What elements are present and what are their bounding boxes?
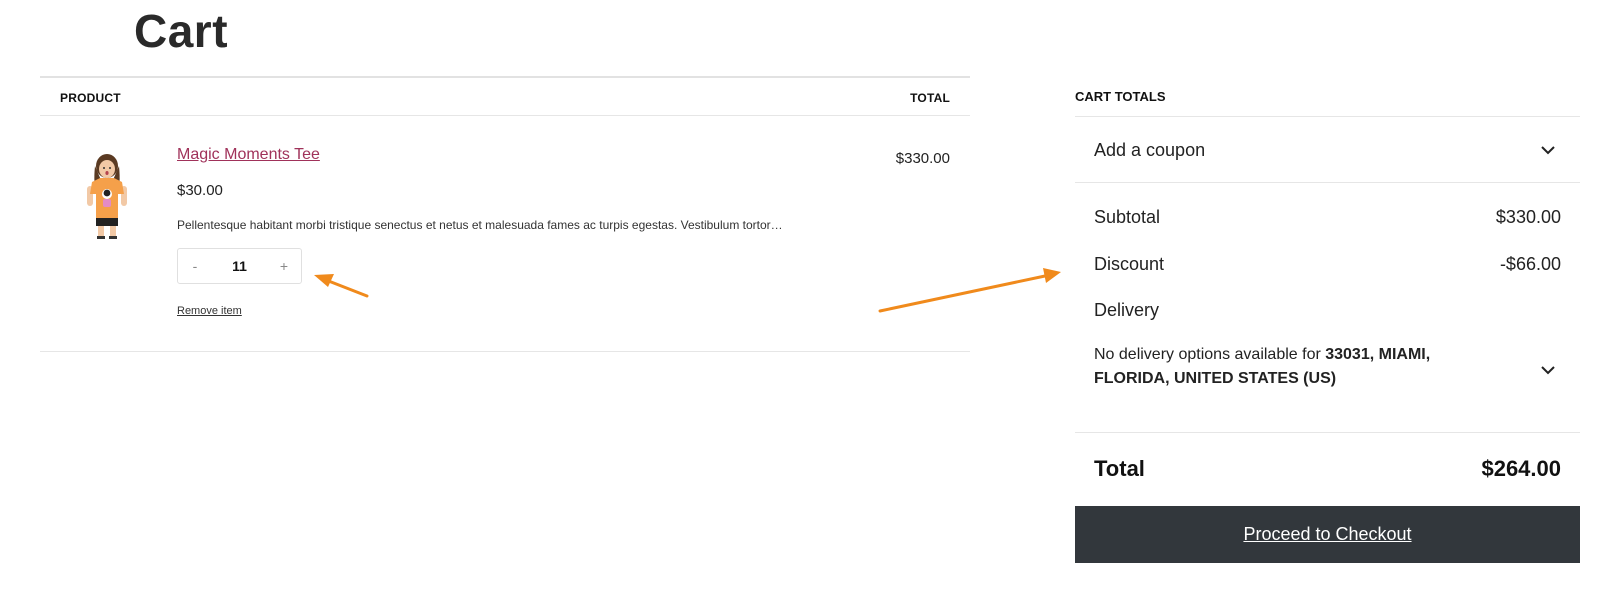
discount-label: Discount [1094,254,1165,274]
quantity-decrease-button[interactable]: - [178,258,212,274]
remove-item-link[interactable]: Remove item [177,305,242,317]
order-total-row: Total $264.00 [1075,433,1580,506]
column-header-product: PRODUCT [60,91,121,105]
table-header: PRODUCT TOTAL [40,78,970,116]
subtotal-label: Subtotal [1094,207,1161,227]
product-name-link[interactable]: Magic Moments Tee [177,146,320,164]
cart-totals-panel: CART TOTALS Add a coupon Subtotal $330.0… [1075,76,1580,563]
delivery-row: Delivery [1094,300,1561,321]
chevron-down-icon[interactable] [1540,365,1556,375]
quantity-input[interactable]: 11 [212,258,267,274]
delivery-note-text: No delivery options available for [1094,346,1326,363]
quantity-increase-button[interactable]: + [267,258,301,274]
cart-item-row: Magic Moments Tee $30.00 Pellentesque ha… [40,116,970,352]
order-total-value: $264.00 [1481,456,1561,481]
line-total: $330.00 [895,150,950,167]
product-description: Pellentesque habitant morbi tristique se… [177,218,783,232]
delivery-note: No delivery options available for 33031,… [1094,343,1484,391]
totals-summary: Subtotal $330.00 Discount -$66.00 Delive… [1075,183,1580,433]
cart-table: PRODUCT TOTAL Magic Moments Tee $30.00 P… [40,76,970,352]
add-coupon-label: Add a coupon [1094,140,1206,160]
add-coupon-toggle[interactable]: Add a coupon [1075,117,1580,183]
proceed-to-checkout-button[interactable]: Proceed to Checkout [1075,506,1580,563]
column-header-total: TOTAL [910,91,950,105]
chevron-down-icon [1541,146,1555,155]
delivery-label: Delivery [1094,300,1160,320]
page-title: Cart [134,5,229,57]
discount-value: -$66.00 [1499,254,1561,274]
cart-totals-heading: CART TOTALS [1075,76,1580,117]
subtotal-row: Subtotal $330.00 [1094,207,1561,228]
subtotal-value: $330.00 [1495,207,1561,227]
quantity-stepper: - 11 + [177,248,302,284]
order-total-label: Total [1094,456,1145,481]
discount-row: Discount -$66.00 [1094,254,1561,275]
product-image[interactable] [80,152,134,240]
product-price: $30.00 [177,182,223,199]
